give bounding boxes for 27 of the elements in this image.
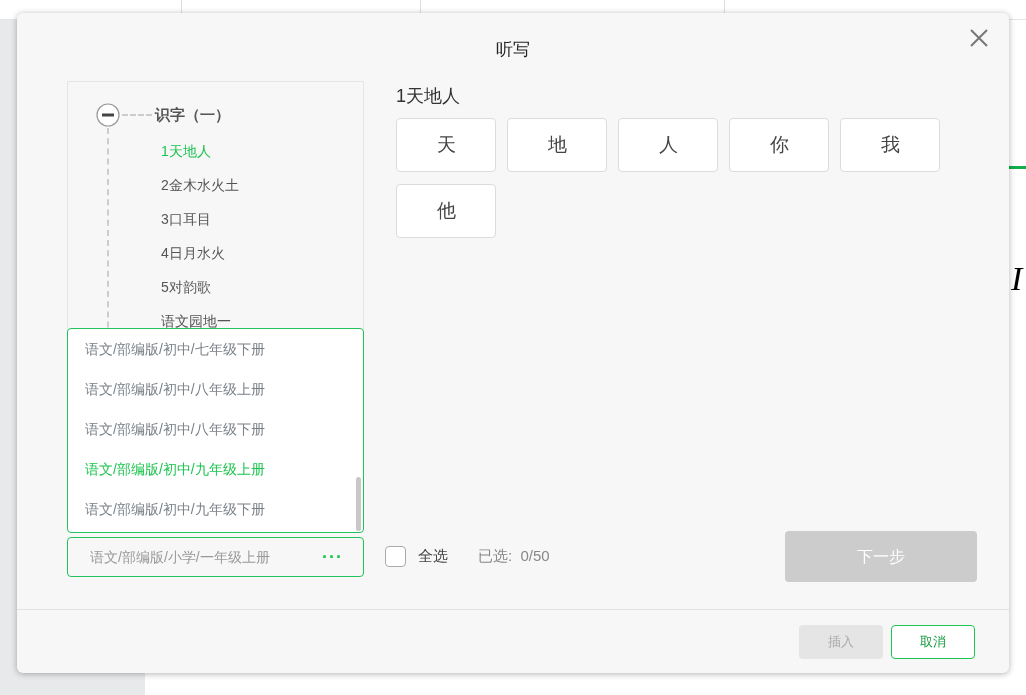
collapse-icon[interactable]	[96, 103, 120, 127]
character-tile[interactable]: 地	[507, 118, 607, 172]
formula-text: I	[1011, 262, 1023, 296]
checkbox[interactable]	[385, 545, 406, 567]
selected-count: 已选: 0/50	[478, 546, 550, 566]
dropdown-option[interactable]: 语文/部编版/初中/七年级下册	[68, 329, 363, 369]
tree-item[interactable]: 2金木水火土	[161, 175, 239, 196]
character-tile[interactable]: 天	[396, 118, 496, 172]
character-tile[interactable]: 我	[840, 118, 940, 172]
close-icon[interactable]	[970, 29, 988, 47]
dropdown-option[interactable]: 语文/部编版/初中/八年级下册	[68, 409, 363, 449]
tree-item[interactable]: 4日月水火	[161, 243, 225, 264]
character-tile[interactable]: 人	[618, 118, 718, 172]
dialog-title: 听写	[495, 39, 531, 61]
cancel-button[interactable]: 取消	[891, 625, 975, 659]
tree-node-label[interactable]: 识字（一）	[155, 103, 230, 127]
tree-item[interactable]: 5对韵歌	[161, 277, 211, 298]
scrollbar-thumb[interactable]	[356, 477, 361, 531]
dropdown-option[interactable]: 语文/部编版/初中/九年级下册	[68, 489, 363, 529]
select-value: 语文/部编版/小学/一年级上册	[90, 547, 270, 567]
tree-item[interactable]: 语文园地一	[161, 311, 231, 332]
tree-item[interactable]: 3口耳目	[161, 209, 211, 230]
character-tile[interactable]: 他	[396, 184, 496, 238]
checkbox-label: 全选	[418, 546, 448, 566]
lesson-title: 1天地人	[396, 85, 460, 108]
dropdown-option[interactable]: 语文/部编版/初中/八年级上册	[68, 369, 363, 409]
character-tile[interactable]: 你	[729, 118, 829, 172]
